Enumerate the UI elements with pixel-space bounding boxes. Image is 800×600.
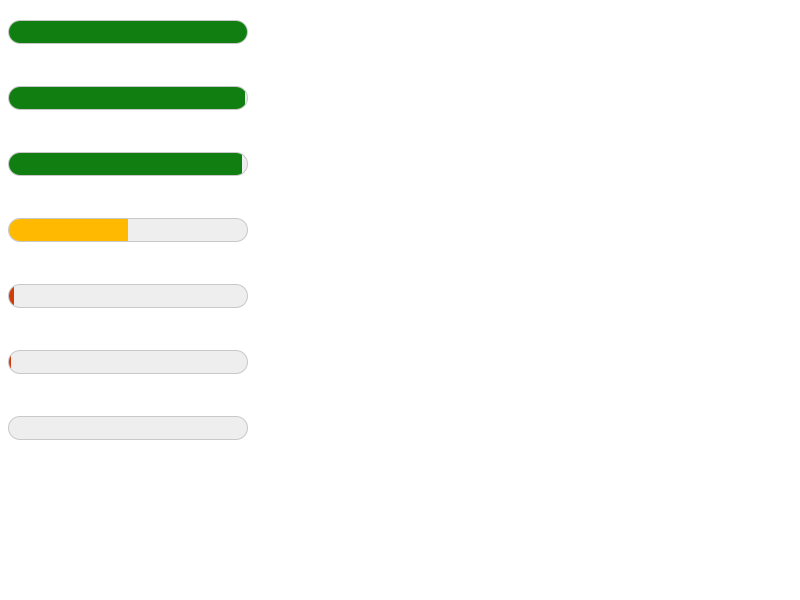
- progress-bar-list: [8, 20, 248, 482]
- progress-bar: [8, 350, 248, 374]
- progress-bar-fill: [9, 87, 245, 109]
- progress-bar: [8, 284, 248, 308]
- progress-bar-fill: [9, 219, 128, 241]
- progress-bar: [8, 218, 248, 242]
- progress-bar: [8, 20, 248, 44]
- progress-bar-fill: [9, 153, 243, 175]
- progress-bar: [8, 152, 248, 176]
- progress-bar: [8, 416, 248, 440]
- progress-bar-fill: [9, 351, 12, 373]
- progress-bar: [8, 86, 248, 110]
- progress-bar-fill: [9, 285, 14, 307]
- progress-bar-fill: [9, 21, 247, 43]
